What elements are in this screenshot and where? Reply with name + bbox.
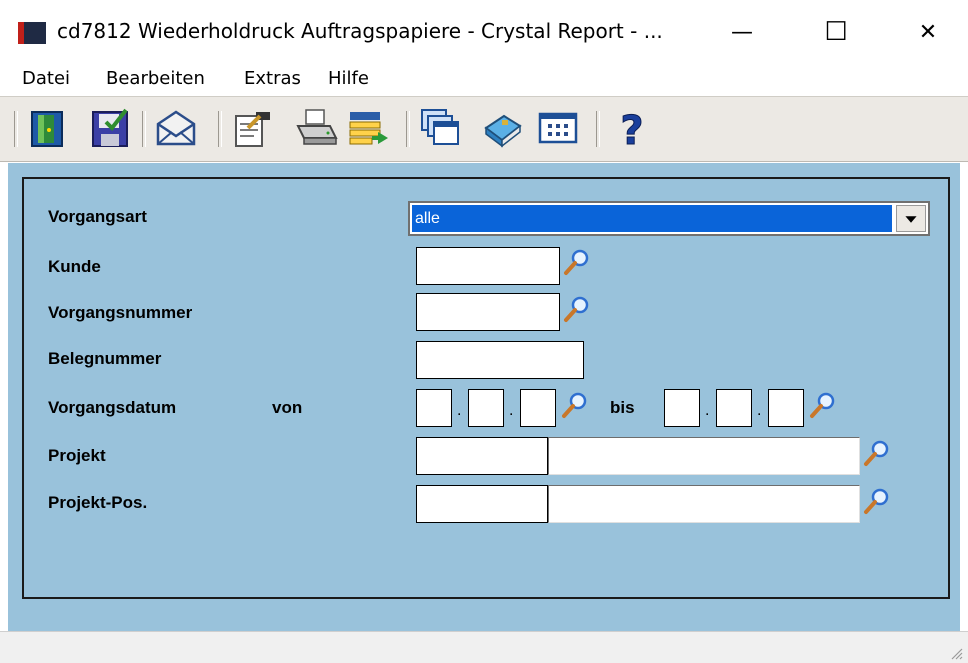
vorgangsnummer-label: Vorgangsnummer [48, 303, 193, 322]
form-groupbox [22, 177, 950, 599]
resize-grip-icon[interactable] [948, 645, 964, 661]
projekt-description-field [548, 437, 860, 475]
kunde-search-icon[interactable] [562, 247, 592, 277]
date-separator: . [509, 402, 514, 419]
menu-hilfe[interactable]: Hilfe [328, 68, 369, 89]
vorgangsnummer-field[interactable] [416, 293, 560, 331]
window-title: cd7812 Wiederholdruck Auftragspapiere - … [57, 19, 663, 43]
toolbar-separator [406, 111, 410, 147]
kunde-field[interactable] [416, 247, 560, 285]
belegnummer-field[interactable] [416, 341, 584, 379]
close-button[interactable]: ✕ [898, 10, 958, 54]
minimize-button[interactable]: — [712, 10, 772, 54]
save-icon[interactable] [88, 106, 132, 150]
projekt-label: Projekt [48, 446, 106, 465]
von-day-field[interactable] [416, 389, 452, 427]
vorgangsart-label: Vorgangsart [48, 207, 147, 226]
windows-icon[interactable] [418, 106, 462, 150]
table-icon[interactable] [536, 106, 580, 150]
von-label: von [272, 398, 303, 417]
vorgangsart-select[interactable]: alle [408, 201, 930, 236]
export-icon[interactable] [346, 106, 390, 150]
belegnummer-label: Belegnummer [48, 349, 162, 368]
von-year-field[interactable] [520, 389, 556, 427]
vorgangsart-selected-value: alle [412, 205, 892, 232]
maximize-button[interactable]: ☐ [806, 10, 866, 54]
mail-icon[interactable] [154, 106, 198, 150]
projekt-field[interactable] [416, 437, 548, 475]
date-separator: . [757, 402, 762, 419]
printer-icon[interactable] [294, 106, 338, 150]
bis-year-field[interactable] [768, 389, 804, 427]
von-date-search-icon[interactable] [560, 390, 590, 420]
menu-extras[interactable]: Extras [244, 68, 301, 89]
kunde-label: Kunde [48, 257, 101, 276]
bis-month-field[interactable] [716, 389, 752, 427]
bis-date-search-icon[interactable] [808, 390, 838, 420]
toolbar: ? [0, 96, 968, 162]
menu-bearbeiten[interactable]: Bearbeiten [106, 68, 205, 89]
book-icon[interactable] [480, 106, 524, 150]
status-bar [0, 631, 968, 663]
toolbar-separator [218, 111, 222, 147]
help-icon[interactable]: ? [610, 106, 654, 155]
exit-door-icon[interactable] [26, 106, 70, 150]
title-bar: cd7812 Wiederholdruck Auftragspapiere - … [0, 0, 968, 60]
von-month-field[interactable] [468, 389, 504, 427]
date-separator: . [705, 402, 710, 419]
toolbar-separator [14, 111, 18, 147]
edit-document-icon[interactable] [230, 106, 274, 150]
projekt-search-icon[interactable] [862, 438, 892, 468]
projekt-pos-label: Projekt-Pos. [48, 493, 148, 512]
bis-label: bis [610, 398, 635, 417]
toolbar-separator [596, 111, 600, 147]
menu-bar: Datei Bearbeiten Extras Hilfe [0, 60, 968, 96]
projekt-pos-field[interactable] [416, 485, 548, 523]
projekt-pos-description-field [548, 485, 860, 523]
projekt-pos-search-icon[interactable] [862, 486, 892, 516]
app-icon [18, 22, 46, 44]
date-separator: . [457, 402, 462, 419]
vorgangsdatum-label: Vorgangsdatum [48, 398, 177, 417]
dropdown-arrow-icon[interactable] [896, 205, 926, 232]
toolbar-separator [142, 111, 146, 147]
menu-datei[interactable]: Datei [22, 68, 70, 89]
svg-text:?: ? [620, 108, 643, 150]
bis-day-field[interactable] [664, 389, 700, 427]
vorgangsnummer-search-icon[interactable] [562, 294, 592, 324]
